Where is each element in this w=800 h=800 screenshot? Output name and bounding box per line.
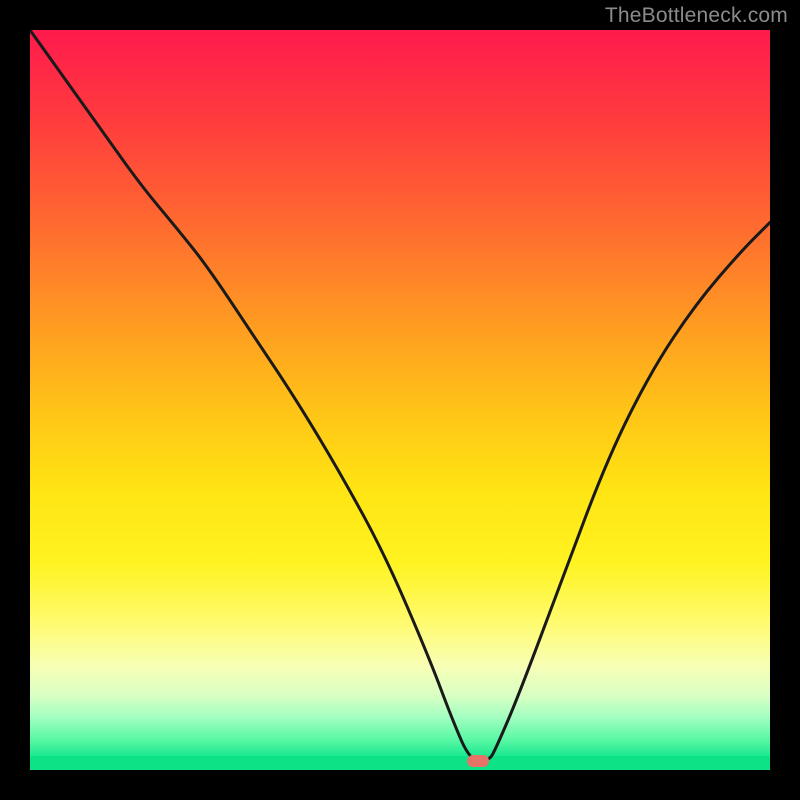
- plot-area: [30, 30, 770, 770]
- curve-svg: [30, 30, 770, 770]
- optimum-marker: [467, 755, 489, 767]
- bottleneck-curve-path: [30, 30, 770, 761]
- chart-frame: TheBottleneck.com: [0, 0, 800, 800]
- watermark-text: TheBottleneck.com: [605, 4, 788, 28]
